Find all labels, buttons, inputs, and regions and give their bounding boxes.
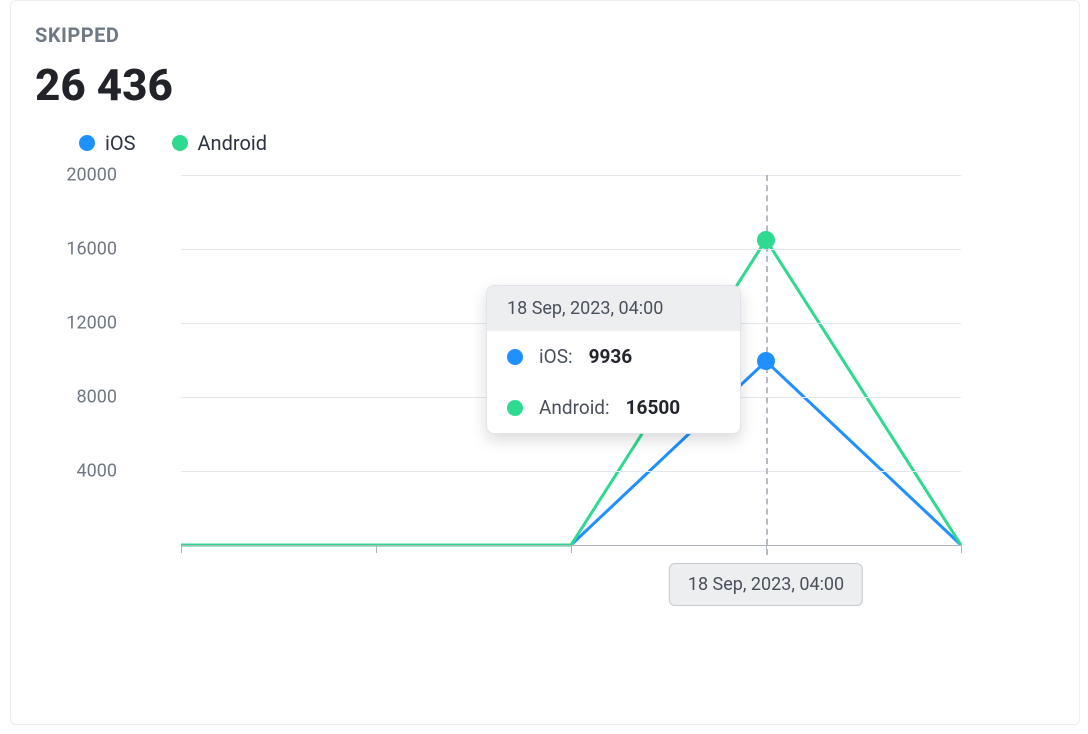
gridline bbox=[181, 471, 961, 472]
tooltip-series-name: Android: bbox=[539, 396, 610, 419]
x-axis-highlight-label: 18 Sep, 2023, 04:00 bbox=[669, 563, 863, 606]
metric-value: 26 436 bbox=[35, 59, 1047, 111]
y-tick-label: 8000 bbox=[47, 387, 117, 408]
y-tick-label: 12000 bbox=[47, 313, 117, 334]
tooltip-series-value: 9936 bbox=[589, 345, 633, 368]
x-tick bbox=[961, 545, 962, 553]
y-tick-label: 20000 bbox=[47, 165, 117, 186]
legend-label: iOS bbox=[105, 131, 136, 155]
legend-item-ios[interactable]: iOS bbox=[79, 131, 136, 155]
tooltip-series-name: iOS: bbox=[539, 345, 573, 368]
chart-area[interactable]: 20000160001200080004000 18 Sep, 2023, 04… bbox=[51, 175, 1011, 635]
tooltip-row-ios: iOS: 9936 bbox=[487, 331, 740, 382]
tooltip-dot-ios bbox=[507, 349, 523, 365]
x-tick bbox=[181, 545, 182, 553]
chart-tooltip: 18 Sep, 2023, 04:00 iOS: 9936 Android: 1… bbox=[486, 285, 741, 434]
legend-dot-android bbox=[172, 135, 188, 151]
legend-dot-ios bbox=[79, 135, 95, 151]
y-tick-label: 16000 bbox=[47, 239, 117, 260]
legend-item-android[interactable]: Android bbox=[172, 131, 268, 155]
chart-header: SKIPPED 26 436 iOS Android bbox=[11, 1, 1079, 155]
gridline bbox=[181, 249, 961, 250]
x-tick bbox=[376, 545, 377, 553]
chart-card: SKIPPED 26 436 iOS Android 2000016000120… bbox=[10, 0, 1080, 725]
point-marker-ios bbox=[757, 352, 775, 370]
legend-label: Android bbox=[198, 131, 268, 155]
tooltip-dot-android bbox=[507, 400, 523, 416]
x-tick bbox=[571, 545, 572, 553]
tooltip-time: 18 Sep, 2023, 04:00 bbox=[487, 286, 740, 331]
gridline bbox=[181, 175, 961, 176]
y-tick-label: 4000 bbox=[47, 461, 117, 482]
tooltip-series-value: 16500 bbox=[626, 396, 681, 419]
metric-label: SKIPPED bbox=[35, 23, 1047, 47]
chart-legend: iOS Android bbox=[35, 131, 1047, 155]
tooltip-row-android: Android: 16500 bbox=[487, 382, 740, 433]
point-marker-android bbox=[757, 231, 775, 249]
